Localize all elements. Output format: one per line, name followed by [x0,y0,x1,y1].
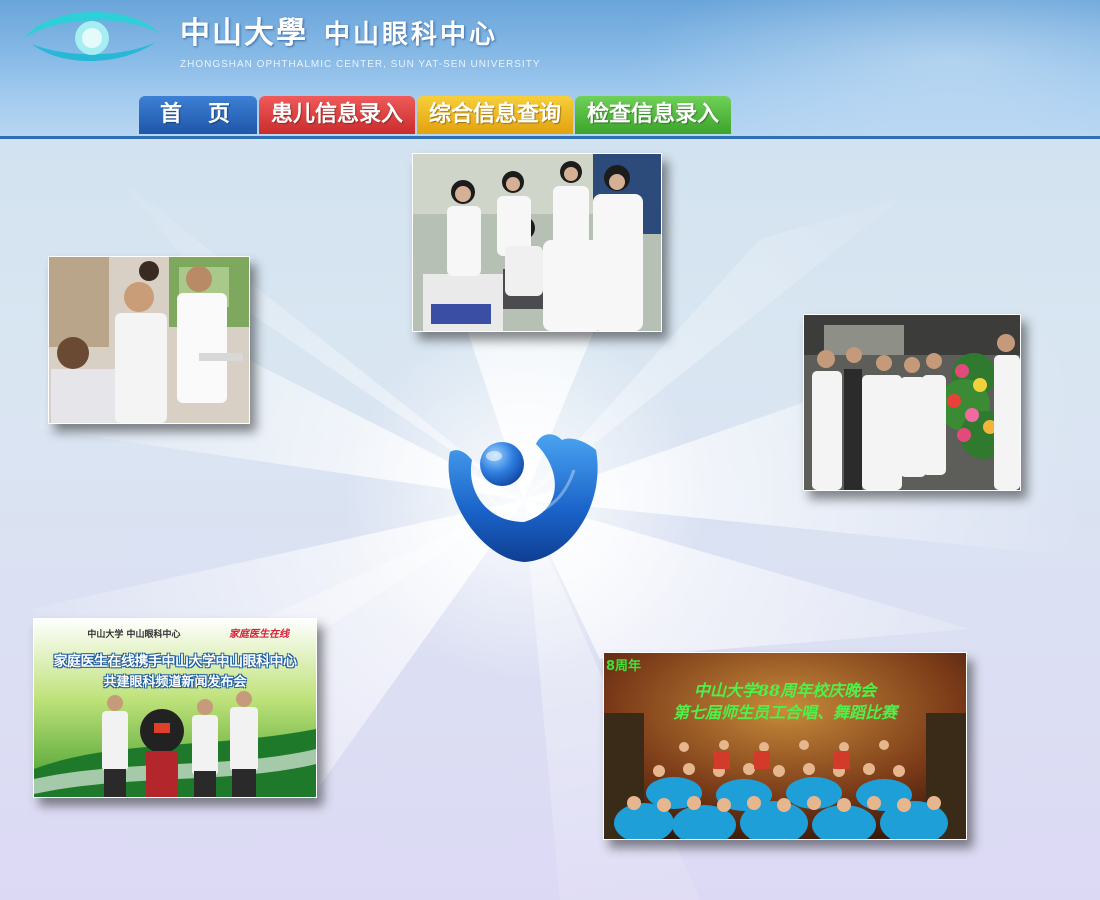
nav-exam-entry-button[interactable]: 检查信息录入 [575,96,731,134]
photo-doctor-patient[interactable] [48,256,250,424]
press-headline-2: 共建眼科频道新闻发布会 [103,675,247,690]
press-headline-1: 家庭医生在线携手中山大学中山眼科中心 [53,654,298,670]
show-headline-2: 第七届师生员工合唱、舞蹈比赛 [672,703,897,722]
center-emblem-logo-icon [448,434,598,562]
main-nav: 首页 患儿信息录入 综合信息查询 检查信息录入 [139,96,731,134]
eye-logo-icon [24,11,160,62]
site-title-en: ZHONGSHAN OPHTHALMIC CENTER, SUN YAT-SEN… [180,59,541,70]
photo-press-launch[interactable]: 中山大学 中山眼科中心 家庭医生在线 家庭医生在线携手中山大学中山眼科中心 共建… [33,618,317,798]
press-banner-top-left: 中山大学 中山眼科中心 [87,630,181,640]
photo-reception[interactable] [803,314,1021,491]
center-name: 中山眼科中心 [324,20,499,50]
doctor-patient-image [49,257,249,423]
photo-lab-team[interactable] [412,153,662,332]
site-title-cn: 中山大學 中山眼科中心 [180,14,498,54]
site-header: 中山大學 中山眼科中心 ZHONGSHAN OPHTHALMIC CENTER, … [0,0,1100,139]
university-name: 中山大學 [180,16,308,51]
photo-anniversary-show[interactable]: 8周年 中山大学88周年校庆晚会 第七届师生员工合唱、舞蹈比赛 [603,652,967,840]
show-headline-1: 中山大学88周年校庆晚会 [693,681,877,700]
lab-team-image [413,154,661,331]
nav-home-button[interactable]: 首页 [139,96,257,134]
press-banner-top-right: 家庭医生在线 [229,629,289,640]
press-launch-image [34,619,316,797]
nav-patient-entry-button[interactable]: 患儿信息录入 [259,96,415,134]
show-corner-label: 8周年 [606,659,642,674]
reception-image [804,315,1020,490]
nav-query-button[interactable]: 综合信息查询 [417,96,573,134]
